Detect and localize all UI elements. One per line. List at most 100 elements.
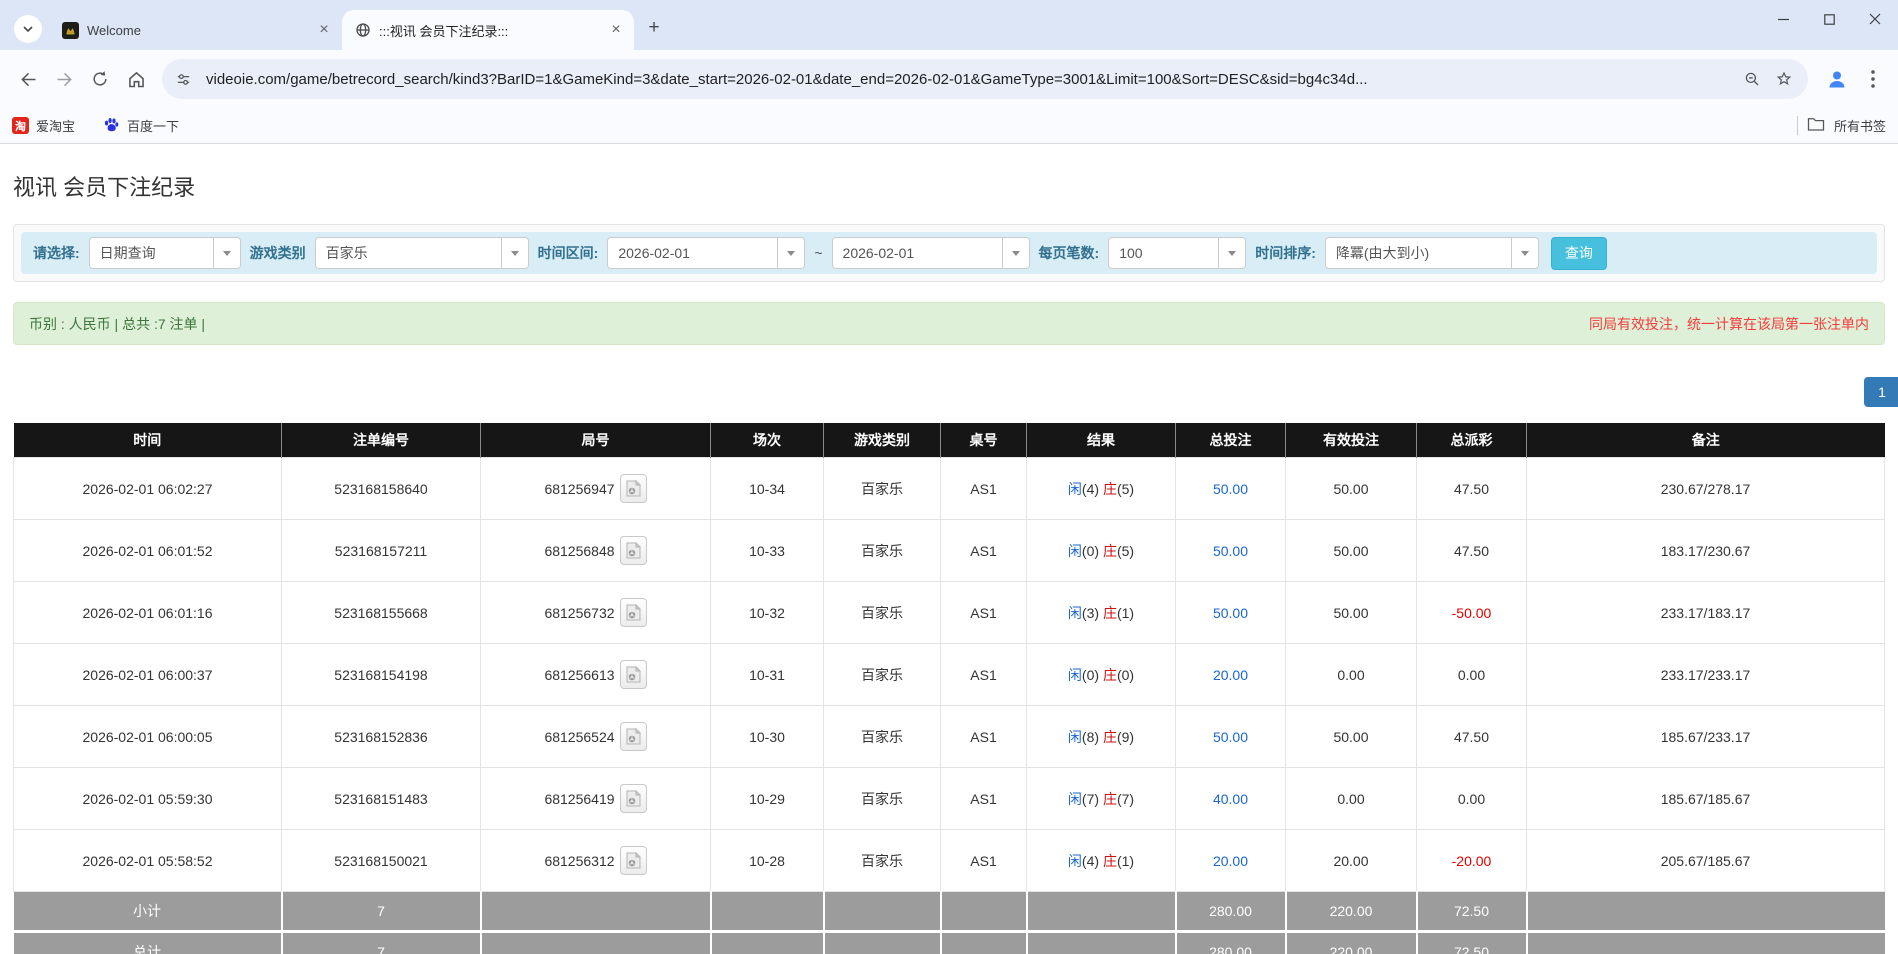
summary-payout: 72.50	[1416, 930, 1528, 954]
tab-close-icon[interactable]: ×	[314, 20, 334, 40]
cell-game-type: 百家乐	[823, 829, 941, 892]
back-button[interactable]	[10, 61, 46, 97]
result-banker: 庄	[1102, 790, 1117, 807]
video-replay-button[interactable]	[619, 784, 647, 813]
maximize-button[interactable]	[1806, 0, 1852, 38]
video-replay-button[interactable]	[619, 660, 647, 689]
video-replay-button[interactable]	[619, 846, 647, 875]
video-replay-button[interactable]	[619, 474, 647, 503]
bet-records-table: 时间 注单编号 局号 场次 游戏类别 桌号 结果 总投注 有效投注 总派彩 备注 2026-02-0…	[13, 423, 1885, 954]
total-bet-link[interactable]: 50.00	[1213, 605, 1248, 621]
browser-menu-button[interactable]	[1858, 62, 1888, 96]
page-number-button[interactable]: 1	[1864, 377, 1898, 407]
result-banker: 庄	[1102, 480, 1117, 497]
game-category-label: 游戏类别	[249, 245, 306, 261]
sort-select[interactable]: 降冪(由大到小)	[1324, 237, 1539, 269]
cell-bet-id: 523168158640	[281, 457, 481, 520]
cell-total-bet: 20.00	[1175, 829, 1286, 892]
column-header-8: 有效投注	[1285, 423, 1417, 458]
cell-result: 闲(3) 庄(1)	[1026, 581, 1176, 644]
tab-close-icon[interactable]: ×	[606, 20, 626, 40]
url-text[interactable]: videoie.com/game/betrecord_search/kind3?…	[206, 71, 1736, 88]
date-start-select[interactable]: 2026-02-01	[607, 237, 806, 269]
reload-button[interactable]	[82, 61, 118, 97]
cell-time: 2026-02-01 06:02:27	[13, 457, 282, 520]
close-window-button[interactable]	[1852, 0, 1898, 38]
column-header-3: 场次	[710, 423, 824, 458]
cell-note: 185.67/233.17	[1526, 705, 1885, 768]
summary-payout: 72.50	[1416, 891, 1528, 932]
total-bet-link[interactable]: 50.00	[1213, 481, 1248, 497]
tab-bet-records[interactable]: :::视讯 会员下注纪录::: ×	[342, 10, 634, 50]
round-number: 681256947	[544, 480, 615, 497]
total-bet-link[interactable]: 20.00	[1213, 667, 1248, 683]
cell-payout: 47.50	[1416, 457, 1527, 520]
bookmark-aitaobao[interactable]: 淘 爱淘宝	[12, 116, 75, 135]
profile-avatar[interactable]	[1820, 62, 1854, 96]
cell-session: 10-31	[710, 643, 824, 706]
result-player: 闲	[1067, 666, 1082, 683]
video-replay-button[interactable]	[619, 598, 647, 627]
cell-total-bet: 50.00	[1175, 705, 1286, 768]
date-range-separator: ~	[814, 245, 823, 261]
result-banker: 庄	[1102, 542, 1117, 559]
video-replay-button[interactable]	[619, 536, 647, 565]
minimize-button[interactable]	[1760, 0, 1806, 38]
cell-time: 2026-02-01 06:00:05	[13, 705, 282, 768]
total-bet-link[interactable]: 50.00	[1213, 543, 1248, 559]
cell-time: 2026-02-01 05:58:52	[13, 829, 282, 892]
cell-valid-bet: 50.00	[1285, 581, 1417, 644]
date-end-select[interactable]: 2026-02-01	[831, 237, 1030, 269]
cell-table-no: AS1	[940, 705, 1027, 768]
total-bet-link[interactable]: 50.00	[1213, 729, 1248, 745]
video-replay-button[interactable]	[619, 722, 647, 751]
cell-round: 681256732	[480, 581, 711, 644]
column-header-4: 游戏类别	[823, 423, 941, 458]
round-number: 681256732	[544, 604, 615, 621]
zoom-button[interactable]	[1736, 63, 1768, 95]
chevron-down-icon	[1218, 238, 1245, 268]
tab-search-button[interactable]	[14, 15, 42, 43]
cell-note: 233.17/183.17	[1526, 581, 1885, 644]
search-button[interactable]: 查询	[1550, 236, 1607, 270]
bet-table-body: 2026-02-01 06:02:27 523168158640 681256947…	[13, 457, 1885, 954]
video-replay-icon	[626, 790, 641, 807]
total-bet-link[interactable]: 20.00	[1213, 853, 1248, 869]
cell-round: 681256312	[480, 829, 711, 892]
game-category-select[interactable]: 百家乐	[314, 237, 529, 269]
total-bet-link[interactable]: 40.00	[1213, 791, 1248, 807]
bookmarks-divider	[1796, 116, 1798, 135]
result-banker: 庄	[1102, 728, 1117, 745]
home-icon	[128, 71, 144, 87]
star-icon	[1776, 71, 1792, 86]
cell-payout: 0.00	[1416, 643, 1527, 706]
cell-valid-bet: 50.00	[1285, 705, 1417, 768]
per-page-select[interactable]: 100	[1108, 237, 1247, 269]
bookmark-star-button[interactable]	[1768, 63, 1800, 95]
cell-time: 2026-02-01 06:01:52	[13, 519, 282, 582]
maximize-icon	[1823, 13, 1835, 25]
address-bar[interactable]: videoie.com/game/betrecord_search/kind3?…	[162, 59, 1808, 99]
browser-tab-strip: Welcome × :::视讯 会员下注纪录::: × +	[0, 0, 1898, 50]
forward-button[interactable]	[46, 61, 82, 97]
new-tab-button[interactable]: +	[640, 14, 668, 42]
welcome-favicon-icon	[62, 21, 79, 39]
home-button[interactable]	[118, 61, 154, 97]
site-settings-button[interactable]	[168, 64, 198, 94]
cell-table-no: AS1	[940, 519, 1027, 582]
cell-total-bet: 20.00	[1175, 643, 1286, 706]
all-bookmarks[interactable]: 所有书签	[1796, 116, 1886, 135]
summary-total-bet: 280.00	[1175, 930, 1287, 954]
cell-result: 闲(4) 庄(5)	[1026, 457, 1176, 520]
bookmark-baidu[interactable]: 百度一下	[103, 116, 179, 136]
minimize-icon	[1777, 18, 1789, 20]
column-header-5: 桌号	[940, 423, 1027, 458]
query-type-select[interactable]: 日期查询	[88, 237, 241, 269]
video-replay-icon	[626, 852, 641, 869]
tab-welcome[interactable]: Welcome ×	[50, 10, 342, 50]
cell-round: 681256947	[480, 457, 711, 520]
result-player: 闲	[1067, 604, 1082, 621]
cell-bet-id: 523168155668	[281, 581, 481, 644]
folder-icon	[1807, 116, 1825, 135]
cell-total-bet: 50.00	[1175, 519, 1286, 582]
